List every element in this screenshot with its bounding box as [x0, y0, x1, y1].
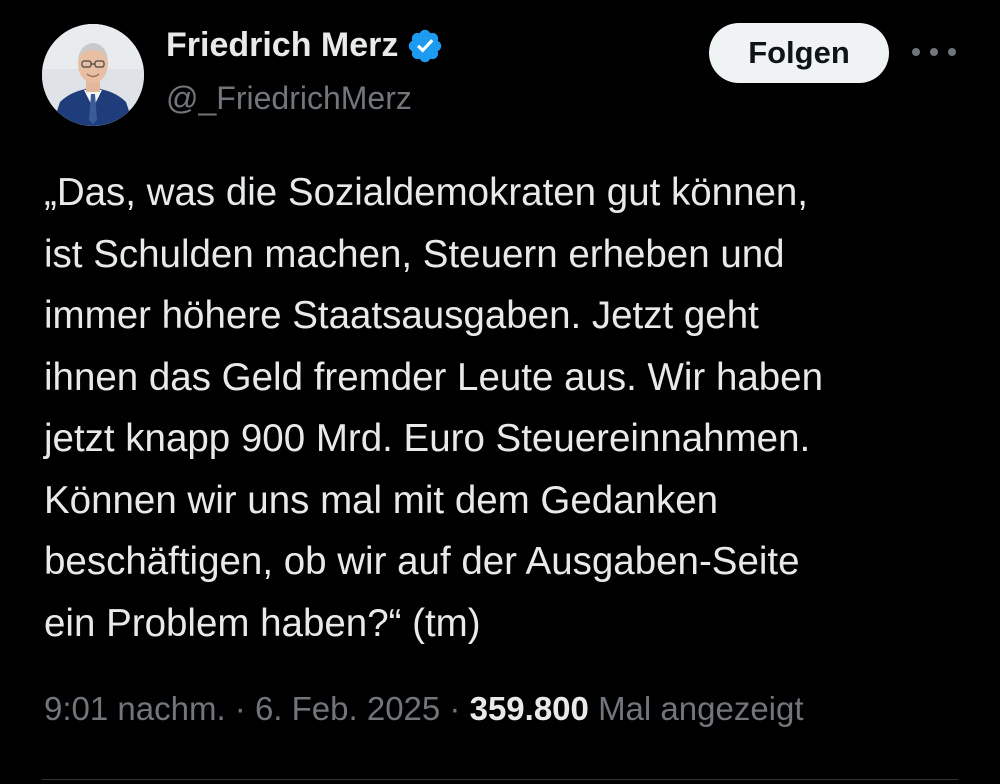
views-count[interactable]: 359.800	[470, 690, 589, 727]
author-name-text: Friedrich Merz	[166, 26, 399, 64]
tweet-text: „Das, was die Sozialdemokraten gut könne…	[44, 171, 824, 645]
verified-badge-icon[interactable]	[406, 27, 444, 65]
more-dot	[930, 48, 938, 56]
author-name[interactable]: Friedrich Merz	[166, 26, 444, 65]
person-portrait-avatar	[42, 24, 144, 126]
divider	[42, 779, 958, 780]
meta-separator: ·	[225, 690, 255, 727]
meta-separator: ·	[440, 690, 470, 727]
tweet-card: Friedrich Merz @_FriedrichMerz Folgen „D…	[0, 0, 1000, 784]
tweet-meta: 9:01 nachm. · 6. Feb. 2025 · 359.800 Mal…	[44, 690, 804, 728]
views-label: Mal angezeigt	[598, 690, 804, 727]
more-dot	[948, 48, 956, 56]
author-handle[interactable]: @_FriedrichMerz	[166, 80, 412, 117]
tweet-time[interactable]: 9:01 nachm.	[44, 690, 226, 727]
more-options-icon[interactable]	[912, 36, 956, 68]
tweet-date[interactable]: 6. Feb. 2025	[255, 690, 440, 727]
more-dot	[912, 48, 920, 56]
follow-button[interactable]: Folgen	[709, 23, 889, 83]
avatar[interactable]	[42, 24, 144, 126]
